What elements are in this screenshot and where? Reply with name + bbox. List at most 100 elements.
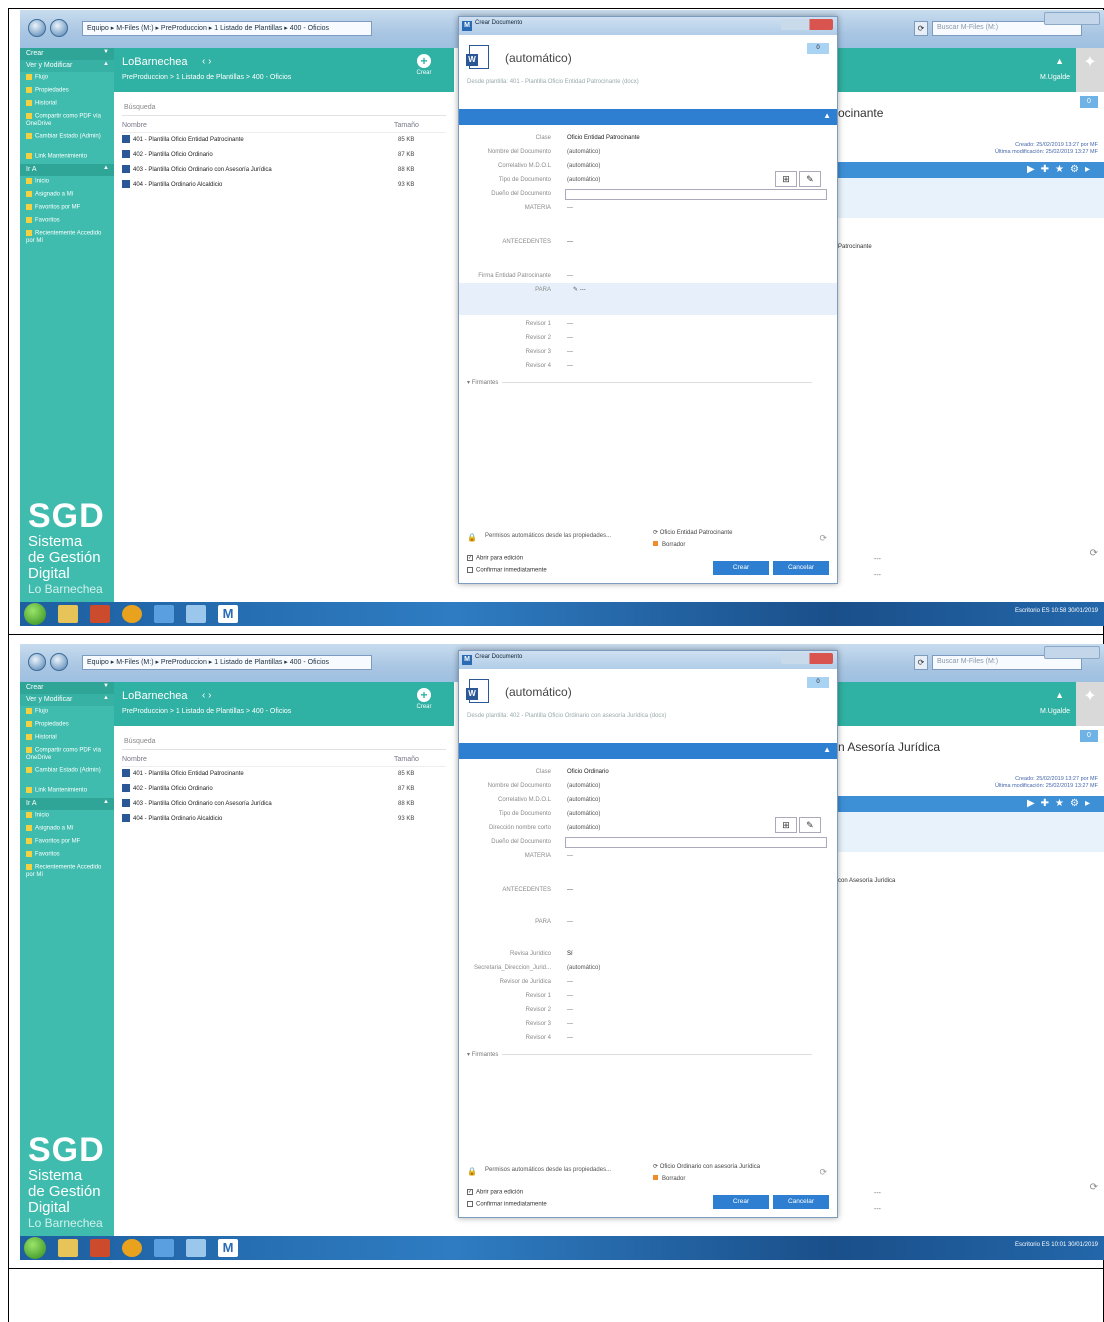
sidebar-item-link[interactable]: Link Mantenimiento bbox=[20, 151, 114, 164]
crear-button[interactable]: + Crear bbox=[412, 54, 436, 76]
col-size[interactable]: Tamaño bbox=[394, 122, 419, 129]
state-text[interactable]: Borrador bbox=[653, 1175, 685, 1182]
prop-revisor-2[interactable]: Revisor 2 --- bbox=[459, 1003, 837, 1017]
confirmar-checkbox[interactable]: Confirmar inmediatamente bbox=[467, 1201, 547, 1208]
pencil-icon[interactable]: ✎ bbox=[573, 287, 578, 293]
duenio-input[interactable] bbox=[565, 837, 827, 848]
user-name[interactable]: M.Ugalde bbox=[1040, 74, 1070, 81]
prop-materia[interactable]: MATERIA --- bbox=[459, 201, 837, 215]
sidebar-ir-a[interactable]: Ir A ▲ bbox=[20, 164, 114, 176]
workflow-text[interactable]: ⟳ Oficio Ordinario con asesoría Jurídica bbox=[653, 1163, 760, 1170]
breadcrumb[interactable]: Equipo ▸ M-Files (M:) ▸ PreProduccion ▸ … bbox=[82, 655, 372, 670]
abrir-checkbox[interactable]: ✓ Abrir para edición bbox=[467, 1189, 523, 1196]
file-row[interactable]: 402 - Plantilla Oficio Ordinario 87 KB bbox=[122, 782, 446, 797]
refresh-icon[interactable]: ⟳ bbox=[1090, 548, 1098, 559]
file-row[interactable]: 404 - Plantilla Ordinario Alcaldicio 93 K… bbox=[122, 812, 446, 827]
sidebar-item-recientes[interactable]: Recientemente Accedido por Mí bbox=[20, 862, 114, 882]
col-size[interactable]: Tamaño bbox=[394, 756, 419, 763]
sidebar-item-propiedades[interactable]: Propiedades bbox=[20, 719, 114, 732]
prop-direccion[interactable]: Dirección nombre corto (automático) bbox=[459, 821, 837, 835]
mfiles-icon[interactable]: M bbox=[218, 605, 238, 623]
refresh-icon[interactable]: ⟳ bbox=[914, 655, 928, 670]
crear-button[interactable]: Crear bbox=[713, 1195, 769, 1209]
explorer-icon[interactable] bbox=[58, 605, 78, 623]
system-tray[interactable]: Escritorio ES 10:01 30/01/2019 bbox=[1015, 1242, 1098, 1248]
prop-revisor-2[interactable]: Revisor 2 --- bbox=[459, 331, 837, 345]
prop-para[interactable]: PARA ✎ --- bbox=[459, 283, 837, 315]
sidebar-item-inicio[interactable]: Inicio bbox=[20, 176, 114, 189]
prop-nombre[interactable]: Nombre del Documento (automático) bbox=[459, 145, 837, 159]
file-row[interactable]: 401 - Plantilla Oficio Entidad Patrocina… bbox=[122, 133, 446, 148]
forward-icon[interactable] bbox=[50, 19, 68, 37]
prop-secretaria[interactable]: Secretaria_Direccion_Jurid... (automático… bbox=[459, 961, 837, 975]
nav-arrows[interactable]: ‹ › bbox=[202, 690, 211, 701]
sidebar-crear[interactable]: Crear ▼ bbox=[20, 48, 114, 60]
file-row[interactable]: 402 - Plantilla Oficio Ordinario 87 KB bbox=[122, 148, 446, 163]
duenio-input[interactable] bbox=[565, 189, 827, 200]
sidebar-item-historial[interactable]: Historial bbox=[20, 98, 114, 111]
refresh-icon[interactable]: ⟳ bbox=[819, 533, 827, 544]
breadcrumb[interactable]: Equipo ▸ M-Files (M:) ▸ PreProduccion ▸ … bbox=[82, 21, 372, 36]
sidebar-item-flujo[interactable]: Flujo bbox=[20, 706, 114, 719]
sidebar-item-cambiar-estado[interactable]: Cambiar Estado (Admin) bbox=[20, 131, 114, 151]
permissions-text[interactable]: Permisos automáticos desde las propiedad… bbox=[485, 533, 611, 539]
office-icon[interactable] bbox=[90, 1239, 110, 1257]
sidebar-item-favoritos-mf[interactable]: Favoritos por MF bbox=[20, 202, 114, 215]
sidebar-item-favoritos-mf[interactable]: Favoritos por MF bbox=[20, 836, 114, 849]
prop-revisor-4[interactable]: Revisor 4 --- bbox=[459, 359, 837, 373]
lock-icon[interactable]: 🔒 bbox=[467, 1167, 477, 1176]
sidebar-item-flujo[interactable]: Flujo bbox=[20, 72, 114, 85]
firmantes-section[interactable]: ▾ Firmantes bbox=[467, 1051, 827, 1058]
add-property-icon[interactable]: ⊞ bbox=[775, 171, 797, 187]
checkbox-icon[interactable] bbox=[467, 567, 473, 573]
cancelar-button[interactable]: Cancelar bbox=[773, 1195, 829, 1209]
busqueda-input[interactable]: Búsqueda bbox=[122, 736, 446, 750]
sidebar-item-asignado[interactable]: Asignado a Mí bbox=[20, 189, 114, 202]
crear-button[interactable]: Crear bbox=[713, 561, 769, 575]
prop-revisor-3[interactable]: Revisor 3 --- bbox=[459, 1017, 837, 1031]
window-controls[interactable] bbox=[1044, 12, 1100, 25]
prop-clase[interactable]: Clase Oficio Entidad Patrocinante bbox=[459, 131, 837, 145]
prop-firma[interactable]: Firma Entidad Patrocinante --- bbox=[459, 269, 837, 283]
explorer-icon[interactable] bbox=[58, 1239, 78, 1257]
prop-nombre[interactable]: Nombre del Documento (automático) bbox=[459, 779, 837, 793]
app-icon[interactable] bbox=[186, 1239, 206, 1257]
checkbox-icon[interactable] bbox=[467, 1201, 473, 1207]
refresh-icon[interactable]: ⟳ bbox=[1090, 1182, 1098, 1193]
confirmar-checkbox[interactable]: Confirmar inmediatamente bbox=[467, 567, 547, 574]
prop-clase[interactable]: Clase Oficio Ordinario bbox=[459, 765, 837, 779]
col-name[interactable]: Nombre bbox=[122, 756, 147, 763]
sidebar-ver-modificar[interactable]: Ver y Modificar ▲ bbox=[20, 60, 114, 72]
refresh-icon[interactable]: ⟳ bbox=[914, 21, 928, 36]
start-button-icon[interactable] bbox=[24, 1237, 46, 1259]
sidebar-crear[interactable]: Crear ▼ bbox=[20, 682, 114, 694]
prop-duenio[interactable]: Dueño del Documento bbox=[459, 187, 837, 201]
file-row[interactable]: 403 - Plantilla Oficio Ordinario con Ase… bbox=[122, 797, 446, 812]
cancelar-button[interactable]: Cancelar bbox=[773, 561, 829, 575]
pencil-icon[interactable]: ✎ bbox=[798, 171, 821, 187]
sidebar-item-compartir[interactable]: Compartir como PDF vía OneDrive bbox=[20, 111, 114, 131]
window-controls[interactable] bbox=[1044, 646, 1100, 659]
sidebar-item-recientes[interactable]: Recientemente Accedido por Mí bbox=[20, 228, 114, 248]
prop-antecedentes[interactable]: ANTECEDENTES --- bbox=[459, 883, 837, 897]
nav-arrows[interactable]: ‹ › bbox=[202, 56, 211, 67]
sidebar-item-inicio[interactable]: Inicio bbox=[20, 810, 114, 823]
permissions-text[interactable]: Permisos automáticos desde las propiedad… bbox=[485, 1167, 611, 1173]
sidebar-item-propiedades[interactable]: Propiedades bbox=[20, 85, 114, 98]
center-breadcrumb[interactable]: PreProduccion > 1 Listado de Plantillas … bbox=[122, 708, 291, 715]
firmantes-section[interactable]: ▾ Firmantes bbox=[467, 379, 827, 386]
prop-revisor-juridica[interactable]: Revisor de Jurídica --- bbox=[459, 975, 837, 989]
prop-duenio[interactable]: Dueño del Documento bbox=[459, 835, 837, 849]
start-button-icon[interactable] bbox=[24, 603, 46, 625]
workflow-text[interactable]: ⟳ Oficio Entidad Patrocinante bbox=[653, 529, 732, 536]
sidebar-ver-modificar[interactable]: Ver y Modificar ▲ bbox=[20, 694, 114, 706]
abrir-checkbox[interactable]: ✓ Abrir para edición bbox=[467, 555, 523, 562]
close-icon[interactable] bbox=[781, 653, 833, 664]
prop-revisor-4[interactable]: Revisor 4 --- bbox=[459, 1031, 837, 1045]
state-text[interactable]: Borrador bbox=[653, 541, 685, 548]
prop-revisor-1[interactable]: Revisor 1 --- bbox=[459, 317, 837, 331]
prop-revisor-1[interactable]: Revisor 1 --- bbox=[459, 989, 837, 1003]
user-name[interactable]: M.Ugalde bbox=[1040, 708, 1070, 715]
collapse-icon[interactable]: ▲ bbox=[823, 745, 831, 754]
prop-correlativo[interactable]: Correlativo M.D.O.L (automático) bbox=[459, 793, 837, 807]
